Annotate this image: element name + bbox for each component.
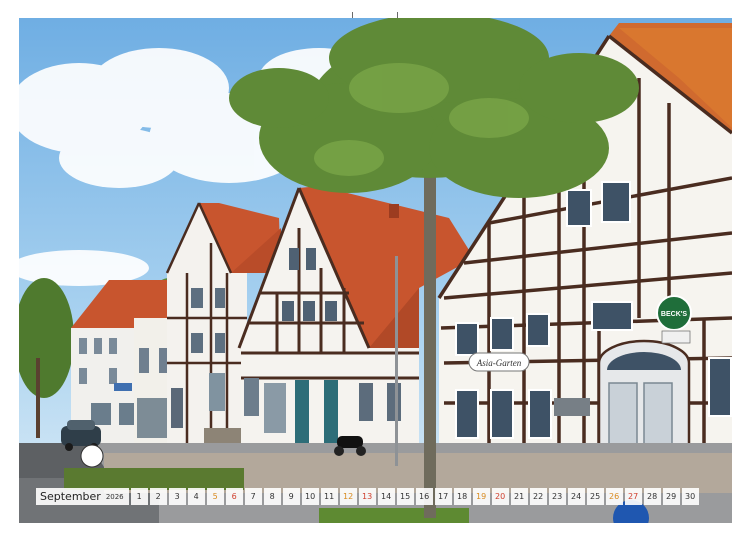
calendar-day: 15 — [396, 488, 414, 505]
calendar-day: 10 — [301, 488, 319, 505]
beer-sign: BECK'S — [656, 295, 692, 344]
calendar-day: 23 — [548, 488, 566, 505]
calendar-day: 3 — [168, 488, 186, 505]
calendar-day: 22 — [529, 488, 547, 505]
calendar-day: 6 — [225, 488, 243, 505]
calendar-day: 27 — [624, 488, 642, 505]
calendar-day: 1 — [130, 488, 148, 505]
calendar-day: 12 — [339, 488, 357, 505]
calendar-day: 21 — [510, 488, 528, 505]
year-number: 2026 — [105, 492, 124, 501]
calendar-day: 9 — [282, 488, 300, 505]
street-lamp — [395, 256, 398, 466]
stop-sign — [80, 444, 104, 468]
calendar-days: 1 2 3 4 5 6 7 8 9 10 11 12 13 14 15 16 17 18 19 20 21 22 23 24 2… — [130, 488, 701, 505]
calendar-day: 17 — [434, 488, 452, 505]
calendar-day: 19 — [472, 488, 490, 505]
calendar-day: 25 — [586, 488, 604, 505]
month-name: September — [40, 490, 101, 503]
calendar-day: 13 — [358, 488, 376, 505]
restaurant-sign-text: Asia-Garten — [476, 358, 522, 368]
calendar-photo: Asia-Garten BECK'S — [19, 18, 732, 523]
calendar-day: 20 — [491, 488, 509, 505]
beer-sign-text: BECK'S — [661, 311, 687, 318]
calendar-day: 8 — [263, 488, 281, 505]
street-scene: Asia-Garten BECK'S — [19, 18, 732, 523]
calendar-day: 7 — [244, 488, 262, 505]
calendar-day: 14 — [377, 488, 395, 505]
calendar-day: 5 — [206, 488, 224, 505]
calendar-day: 16 — [415, 488, 433, 505]
calendar-day: 30 — [681, 488, 699, 505]
calendar-day: 24 — [567, 488, 585, 505]
calendar-strip: September 2026 1 2 3 4 5 6 7 8 9 10 11 12 13 14 15 16 17… — [36, 488, 701, 505]
calendar-day: 28 — [643, 488, 661, 505]
calendar-day: 2 — [149, 488, 167, 505]
calendar-day: 29 — [662, 488, 680, 505]
calendar-day: 4 — [187, 488, 205, 505]
calendar-day: 11 — [320, 488, 338, 505]
calendar-day: 26 — [605, 488, 623, 505]
calendar-month-label: September 2026 — [36, 488, 129, 505]
calendar-day: 18 — [453, 488, 471, 505]
restaurant-sign: Asia-Garten — [468, 352, 530, 372]
